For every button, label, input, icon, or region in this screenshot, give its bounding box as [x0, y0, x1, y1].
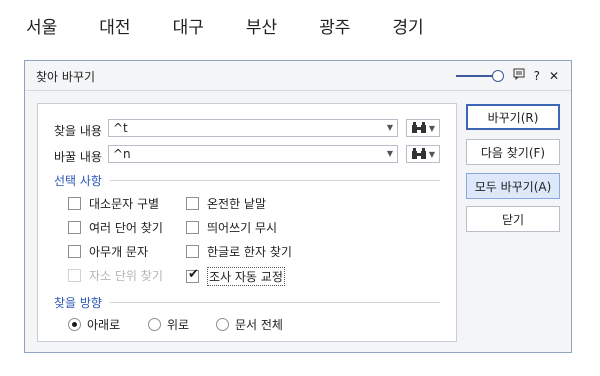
chevron-down-icon: ▼ [428, 149, 435, 159]
replace-value: ^n [113, 147, 131, 161]
radio-label: 아래로 [87, 318, 121, 332]
find-label: 찾을 내용 [54, 124, 102, 138]
option-whole-word[interactable]: 온전한 낱말 [186, 195, 266, 212]
options-title: 선택 사항 [54, 174, 102, 188]
checkbox [68, 269, 81, 282]
option-wildcard[interactable]: 아무개 문자 [68, 243, 148, 260]
find-next-button[interactable]: 다음 찾기(F) [466, 139, 560, 165]
checkbox[interactable] [68, 221, 81, 234]
replace-button[interactable]: 바꾸기(R) [466, 104, 560, 130]
checkbox[interactable] [186, 221, 199, 234]
option-label: 여러 단어 찾기 [89, 221, 163, 235]
direction-title: 찾을 방향 [54, 296, 102, 310]
doc-word: 경기 [392, 18, 424, 38]
find-input[interactable]: ^t ▼ [108, 119, 398, 137]
help-icon[interactable]: ? [534, 69, 540, 83]
option-label: 자소 단위 찾기 [89, 269, 163, 283]
close-icon[interactable]: ✕ [549, 69, 559, 83]
doc-word: 부산 [245, 18, 278, 38]
checkmark-icon: ✔ [188, 267, 199, 282]
doc-word: 대전 [99, 18, 131, 38]
option-label: 온전한 낱말 [207, 197, 267, 211]
checkbox[interactable] [68, 245, 81, 258]
dialog-title: 찾아 바꾸기 [36, 70, 96, 84]
option-label: 대소문자 구별 [89, 197, 160, 211]
chevron-down-icon: ▼ [428, 123, 435, 133]
replace-input[interactable]: ^n ▼ [108, 145, 398, 163]
find-value: ^t [113, 121, 128, 135]
option-label: 띄어쓰기 무시 [207, 221, 278, 235]
direction-all-radio[interactable]: 문서 전체 [216, 316, 283, 333]
checkbox[interactable]: ✔ [186, 267, 199, 283]
option-ignore-spacing[interactable]: 띄어쓰기 무시 [186, 219, 277, 236]
chevron-down-icon[interactable]: ▼ [387, 120, 393, 136]
replace-special-button[interactable]: ▼ [406, 145, 440, 163]
radio-label: 위로 [167, 318, 190, 332]
radio-button[interactable] [148, 318, 161, 331]
option-particle-correction[interactable]: ✔ 조사 자동 교정 [186, 267, 285, 286]
checkbox[interactable] [68, 197, 81, 210]
document-text-line: 서울 대전 대구 부산 광주 경기 [26, 13, 466, 38]
checkbox[interactable] [186, 245, 199, 258]
radio-button[interactable] [68, 318, 81, 331]
divider [109, 302, 440, 303]
radio-button[interactable] [216, 318, 229, 331]
replace-all-button[interactable]: 모두 바꾸기(A) [466, 173, 560, 199]
option-match-case[interactable]: 대소문자 구별 [68, 195, 159, 212]
options-panel: 찾을 내용 ^t ▼ ▼ 바꿀 내용 ^n ▼ ▼ 선택 사항 대소문자 구별 [37, 103, 457, 342]
doc-word: 서울 [26, 18, 58, 38]
slider-icon[interactable] [455, 69, 504, 82]
binoculars-icon [412, 122, 426, 133]
binoculars-icon [412, 148, 426, 159]
option-multi-word[interactable]: 여러 단어 찾기 [68, 219, 163, 236]
option-label: 한글로 한자 찾기 [207, 245, 292, 259]
option-label: 아무개 문자 [89, 245, 149, 259]
replace-label: 바꿀 내용 [54, 150, 102, 164]
dialog-titlebar[interactable]: 찾아 바꾸기 ? ✕ [25, 61, 571, 91]
option-hanja-search[interactable]: 한글로 한자 찾기 [186, 243, 292, 260]
find-special-button[interactable]: ▼ [406, 119, 440, 137]
comment-icon[interactable] [513, 68, 525, 83]
chevron-down-icon[interactable]: ▼ [387, 146, 393, 162]
direction-up-radio[interactable]: 위로 [148, 316, 189, 333]
option-label: 조사 자동 교정 [207, 267, 285, 286]
doc-word: 대구 [172, 18, 204, 38]
divider [109, 180, 440, 181]
doc-word: 광주 [319, 18, 351, 38]
find-replace-dialog: 찾아 바꾸기 ? ✕ 찾을 내용 ^t ▼ ▼ 바꿀 내용 ^n ▼ ▼ 선택 … [24, 60, 572, 353]
checkbox[interactable] [186, 197, 199, 210]
close-button[interactable]: 닫기 [466, 206, 560, 232]
titlebar-icons: ? ✕ [455, 68, 559, 83]
radio-label: 문서 전체 [235, 318, 283, 332]
options-section-header: 선택 사항 [54, 172, 440, 189]
option-jaso-search: 자소 단위 찾기 [68, 267, 163, 284]
direction-section-header: 찾을 방향 [54, 294, 440, 311]
direction-down-radio[interactable]: 아래로 [68, 316, 120, 333]
